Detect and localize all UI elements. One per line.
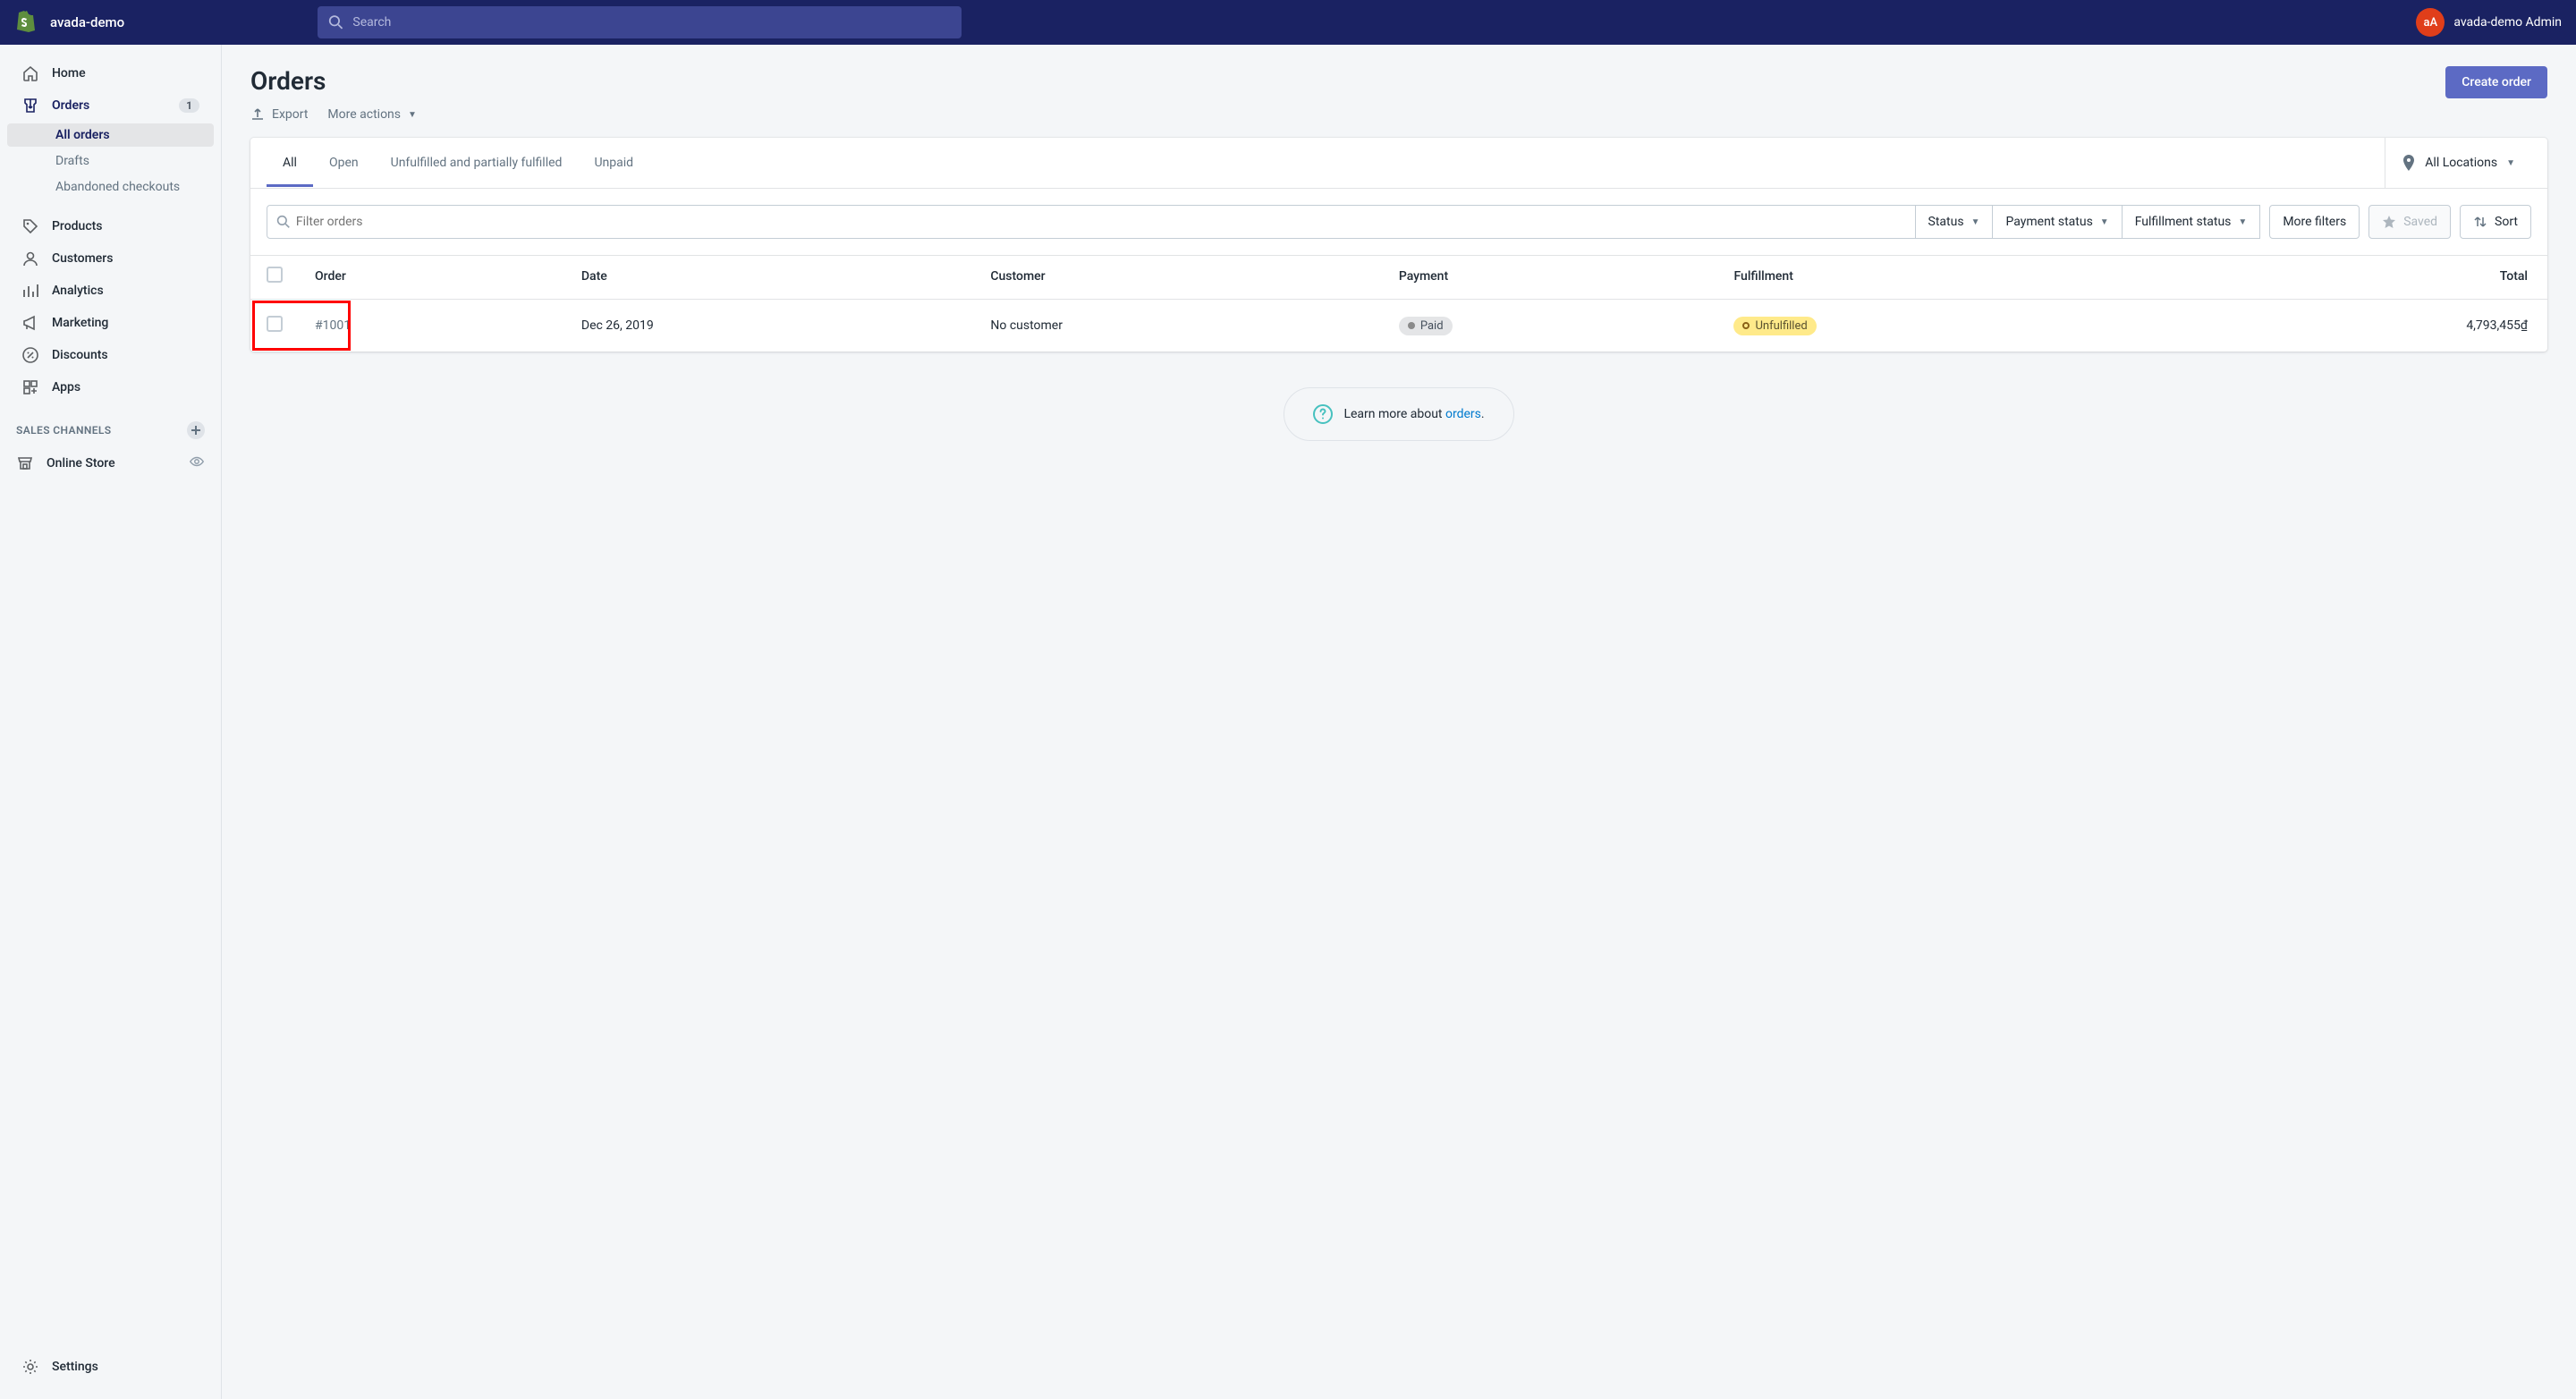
payment-badge: Paid: [1399, 317, 1453, 335]
tab-unfulfilled-and-partially-fulfilled[interactable]: Unfulfilled and partially fulfilled: [375, 140, 579, 187]
order-date: Dec 26, 2019: [581, 318, 654, 333]
chevron-down-icon: ▼: [408, 110, 417, 120]
sales-channels-heading: SALES CHANNELS: [16, 424, 112, 437]
sidebar-item-products[interactable]: Products: [7, 212, 214, 241]
main-content: Orders Create order Export More actions …: [222, 45, 2576, 1399]
sidebar-item-label: Marketing: [52, 316, 108, 330]
sidebar-badge: 1: [179, 98, 199, 113]
column-order[interactable]: Order: [299, 256, 565, 300]
export-button[interactable]: Export: [250, 107, 308, 122]
page-title: Orders: [250, 66, 326, 96]
status-filter[interactable]: Status▼: [1916, 205, 1994, 239]
sidebar-item-marketing[interactable]: Marketing: [7, 309, 214, 337]
sort-icon: [2473, 215, 2487, 229]
global-search[interactable]: [318, 6, 962, 38]
sidebar-item-label: Home: [52, 66, 86, 81]
tab-unpaid[interactable]: Unpaid: [578, 140, 649, 187]
export-icon: [250, 107, 265, 122]
sidebar-item-orders[interactable]: Orders 1: [7, 91, 214, 120]
sidebar-item-label: Apps: [52, 380, 80, 394]
order-customer: No customer: [990, 318, 1063, 333]
create-order-button[interactable]: Create order: [2445, 66, 2547, 98]
location-pin-icon: [2402, 155, 2416, 171]
sidebar-item-label: Customers: [52, 251, 113, 266]
plus-icon: [191, 425, 201, 436]
sidebar-sub-drafts[interactable]: Drafts: [7, 149, 214, 173]
global-search-input[interactable]: [352, 15, 951, 30]
avatar: aA: [2416, 8, 2445, 37]
shop-name[interactable]: avada-demo: [50, 14, 124, 30]
sidebar-sub-abandoned-checkouts[interactable]: Abandoned checkouts: [7, 175, 214, 199]
learn-more-card: Learn more about orders.: [1284, 387, 1513, 441]
chevron-down-icon: ▼: [2506, 158, 2515, 168]
sidebar-item-label: Orders: [52, 98, 89, 113]
sidebar-item-label: Products: [52, 219, 103, 233]
location-picker[interactable]: All Locations ▼: [2385, 138, 2531, 188]
sidebar-item-home[interactable]: Home: [7, 59, 214, 88]
sidebar-item-customers[interactable]: Customers: [7, 244, 214, 273]
column-payment[interactable]: Payment: [1383, 256, 1718, 300]
user-menu[interactable]: aA avada-demo Admin: [2416, 8, 2562, 37]
saved-filters-button[interactable]: Saved: [2368, 205, 2451, 239]
more-filters-button[interactable]: More filters: [2269, 205, 2360, 239]
sidebar-item-label: Analytics: [52, 284, 104, 298]
sidebar-item-settings[interactable]: Settings: [7, 1352, 214, 1381]
sidebar-item-analytics[interactable]: Analytics: [7, 276, 214, 305]
chevron-down-icon: ▼: [2238, 217, 2247, 227]
star-icon: [2382, 215, 2396, 229]
payment-status-filter[interactable]: Payment status▼: [1993, 205, 2122, 239]
learn-more-prefix: Learn more about: [1343, 407, 1445, 421]
fulfillment-status-filter[interactable]: Fulfillment status▼: [2123, 205, 2261, 239]
tab-all[interactable]: All: [267, 140, 313, 187]
row-checkbox[interactable]: [267, 316, 283, 332]
sidebar-item-label: Discounts: [52, 348, 108, 362]
select-all-checkbox[interactable]: [267, 267, 283, 283]
topbar: avada-demo aA avada-demo Admin: [0, 0, 2576, 45]
settings-label: Settings: [52, 1360, 98, 1374]
chevron-down-icon: ▼: [1971, 217, 1980, 227]
user-name: avada-demo Admin: [2453, 15, 2562, 30]
filter-orders-input-wrap[interactable]: [267, 205, 1916, 239]
orders-card: AllOpenUnfulfilled and partially fulfill…: [250, 138, 2547, 352]
chevron-down-icon: ▼: [2100, 217, 2109, 227]
learn-more-suffix: .: [1481, 407, 1485, 421]
search-icon: [328, 14, 343, 30]
channel-online-store[interactable]: Online Store: [0, 448, 221, 479]
filter-orders-input[interactable]: [291, 215, 1906, 229]
column-total[interactable]: Total: [2166, 256, 2547, 300]
sort-button[interactable]: Sort: [2460, 205, 2531, 239]
add-channel-button[interactable]: [187, 421, 205, 439]
search-icon: [276, 215, 291, 229]
orders-table: OrderDateCustomerPaymentFulfillmentTotal…: [250, 255, 2547, 352]
fulfillment-badge: Unfulfilled: [1733, 317, 1816, 335]
sidebar-item-discounts[interactable]: Discounts: [7, 341, 214, 369]
shopify-logo-icon: [14, 11, 36, 34]
order-total: 4,793,455₫: [2466, 318, 2528, 333]
learn-more-link[interactable]: orders: [1445, 407, 1481, 421]
sidebar-item-apps[interactable]: Apps: [7, 373, 214, 402]
column-fulfillment[interactable]: Fulfillment: [1717, 256, 2166, 300]
help-circle-icon: [1313, 404, 1333, 424]
sidebar: Home Orders 1 All ordersDraftsAbandoned che…: [0, 45, 222, 1399]
gear-icon: [21, 1358, 39, 1376]
tab-open[interactable]: Open: [313, 140, 375, 187]
sidebar-sub-all-orders[interactable]: All orders: [7, 123, 214, 147]
column-date[interactable]: Date: [565, 256, 974, 300]
column-customer[interactable]: Customer: [974, 256, 1382, 300]
table-row[interactable]: #1001 Dec 26, 2019 No customer Paid Unfulfil…: [250, 300, 2547, 352]
eye-icon[interactable]: [189, 454, 205, 473]
order-number[interactable]: #1001: [315, 318, 351, 333]
more-actions-button[interactable]: More actions ▼: [327, 107, 417, 122]
